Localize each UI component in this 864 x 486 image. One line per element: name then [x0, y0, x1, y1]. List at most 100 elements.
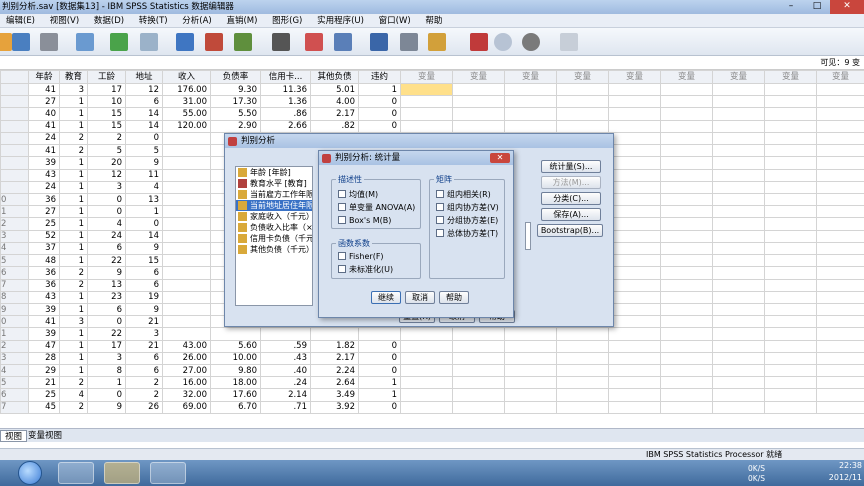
- grid-cell[interactable]: 24: [28, 131, 60, 146]
- within-groups-covariance-checkbox[interactable]: 组内协方差(V): [436, 203, 499, 213]
- grid-cell[interactable]: 52: [28, 229, 60, 243]
- grid-cell[interactable]: [712, 82, 765, 97]
- grid-cell[interactable]: [608, 254, 661, 268]
- grid-cell[interactable]: 39: [28, 156, 60, 170]
- grid-cell[interactable]: [504, 388, 557, 402]
- grid-cell[interactable]: [764, 266, 817, 280]
- grid-cell[interactable]: [660, 205, 713, 219]
- grid-cell[interactable]: [162, 278, 211, 292]
- grid-cell[interactable]: [162, 302, 211, 317]
- grid-cell[interactable]: 1.82: [310, 339, 359, 353]
- grid-cell[interactable]: 1: [87, 376, 126, 390]
- grid-cell[interactable]: 9.30: [210, 82, 261, 97]
- grid-cell[interactable]: 13: [87, 278, 126, 292]
- grid-cell[interactable]: 45: [28, 400, 60, 415]
- select-cases-icon[interactable]: [428, 33, 446, 51]
- grid-cell[interactable]: [452, 351, 505, 366]
- fisher-checkbox[interactable]: Fisher(F): [338, 252, 384, 262]
- grid-cell[interactable]: [452, 95, 505, 109]
- grid-cell[interactable]: [608, 376, 661, 390]
- grid-cell[interactable]: [608, 266, 661, 280]
- row-number[interactable]: 2: [0, 339, 29, 353]
- grid-cell[interactable]: 23: [87, 290, 126, 304]
- row-number[interactable]: 5: [0, 376, 29, 390]
- grid-cell[interactable]: [210, 327, 261, 341]
- stats-cancel-button[interactable]: 取消: [405, 291, 435, 304]
- grid-cell[interactable]: 0: [358, 364, 401, 378]
- grid-cell[interactable]: [162, 290, 211, 304]
- grid-cell[interactable]: 3: [87, 180, 126, 194]
- grid-cell[interactable]: 13: [125, 192, 163, 207]
- grid-cell[interactable]: [764, 156, 817, 170]
- grid-cell[interactable]: 27: [28, 95, 60, 109]
- grid-cell[interactable]: 9.80: [210, 364, 261, 378]
- grid-cell[interactable]: 39: [28, 327, 60, 341]
- grid-cell[interactable]: .40: [260, 364, 311, 378]
- grid-cell[interactable]: [816, 327, 864, 341]
- means-checkbox[interactable]: 均值(M): [338, 190, 378, 200]
- grid-cell[interactable]: [712, 302, 765, 317]
- row-number[interactable]: 2: [0, 217, 29, 231]
- grid-cell[interactable]: .59: [260, 339, 311, 353]
- grid-cell[interactable]: [660, 327, 713, 341]
- grid-cell[interactable]: [764, 400, 817, 415]
- grid-cell[interactable]: [712, 168, 765, 182]
- grid-cell[interactable]: 41: [28, 82, 60, 97]
- grid-cell[interactable]: 5.50: [210, 107, 261, 121]
- grid-cell[interactable]: 9: [125, 302, 163, 317]
- grid-cell[interactable]: 2.17: [310, 107, 359, 121]
- grid-cell[interactable]: [764, 131, 817, 146]
- grid-cell[interactable]: 4.00: [310, 95, 359, 109]
- goto-variable-icon[interactable]: [205, 33, 223, 51]
- variables-icon[interactable]: [234, 33, 252, 51]
- grid-cell[interactable]: [556, 339, 609, 353]
- grid-cell[interactable]: .86: [260, 107, 311, 121]
- grid-cell[interactable]: 5.01: [310, 82, 359, 97]
- grid-cell[interactable]: 2.90: [210, 119, 261, 133]
- grid-cell[interactable]: [608, 95, 661, 109]
- grid-cell[interactable]: 41: [28, 315, 60, 329]
- grid-cell[interactable]: [712, 364, 765, 378]
- univariate-anova-checkbox[interactable]: 单变量 ANOVA(A): [338, 203, 415, 213]
- grid-cell[interactable]: 25: [28, 388, 60, 402]
- grid-cell[interactable]: 9: [87, 266, 126, 280]
- grid-cell[interactable]: [660, 290, 713, 304]
- grid-cell[interactable]: [556, 364, 609, 378]
- grid-cell[interactable]: 5: [125, 144, 163, 158]
- list-item[interactable]: 家庭收入（千元）: [236, 211, 312, 222]
- grid-cell[interactable]: [816, 119, 864, 133]
- grid-cell[interactable]: [608, 315, 661, 329]
- grid-cell[interactable]: 176.00: [162, 82, 211, 97]
- grid-cell[interactable]: [452, 339, 505, 353]
- grid-cell[interactable]: [712, 217, 765, 231]
- grid-cell[interactable]: 0: [87, 192, 126, 207]
- grid-cell[interactable]: [660, 339, 713, 353]
- grid-cell[interactable]: 26.00: [162, 351, 211, 366]
- grid-cell[interactable]: 2: [59, 144, 88, 158]
- grid-cell[interactable]: 4: [59, 388, 88, 402]
- save-icon[interactable]: [12, 33, 30, 51]
- grid-cell[interactable]: [400, 119, 453, 133]
- grid-cell[interactable]: [310, 327, 359, 341]
- grid-cell[interactable]: 22: [87, 254, 126, 268]
- grid-cell[interactable]: 0: [125, 131, 163, 146]
- list-item[interactable]: 当前地址居住年限: [236, 200, 312, 211]
- grid-cell[interactable]: [660, 82, 713, 97]
- grid-cell[interactable]: 15: [87, 107, 126, 121]
- grid-cell[interactable]: [816, 290, 864, 304]
- statistics-button[interactable]: 统计量(S)...: [541, 160, 601, 173]
- grid-cell[interactable]: .82: [310, 119, 359, 133]
- menu-edit[interactable]: 编辑(E): [0, 14, 41, 28]
- grid-cell[interactable]: 1.36: [260, 95, 311, 109]
- menu-direct-marketing[interactable]: 直销(M): [220, 14, 263, 28]
- menu-view[interactable]: 视图(V): [44, 14, 85, 28]
- grid-cell[interactable]: [556, 107, 609, 121]
- grid-cell[interactable]: 27.00: [162, 364, 211, 378]
- grid-cell[interactable]: [608, 82, 661, 97]
- grid-cell[interactable]: [816, 351, 864, 366]
- grid-cell[interactable]: 11.36: [260, 82, 311, 97]
- grid-cell[interactable]: 3: [59, 315, 88, 329]
- grid-cell[interactable]: [608, 131, 661, 146]
- grid-cell[interactable]: [162, 192, 211, 207]
- grid-cell[interactable]: 0: [358, 119, 401, 133]
